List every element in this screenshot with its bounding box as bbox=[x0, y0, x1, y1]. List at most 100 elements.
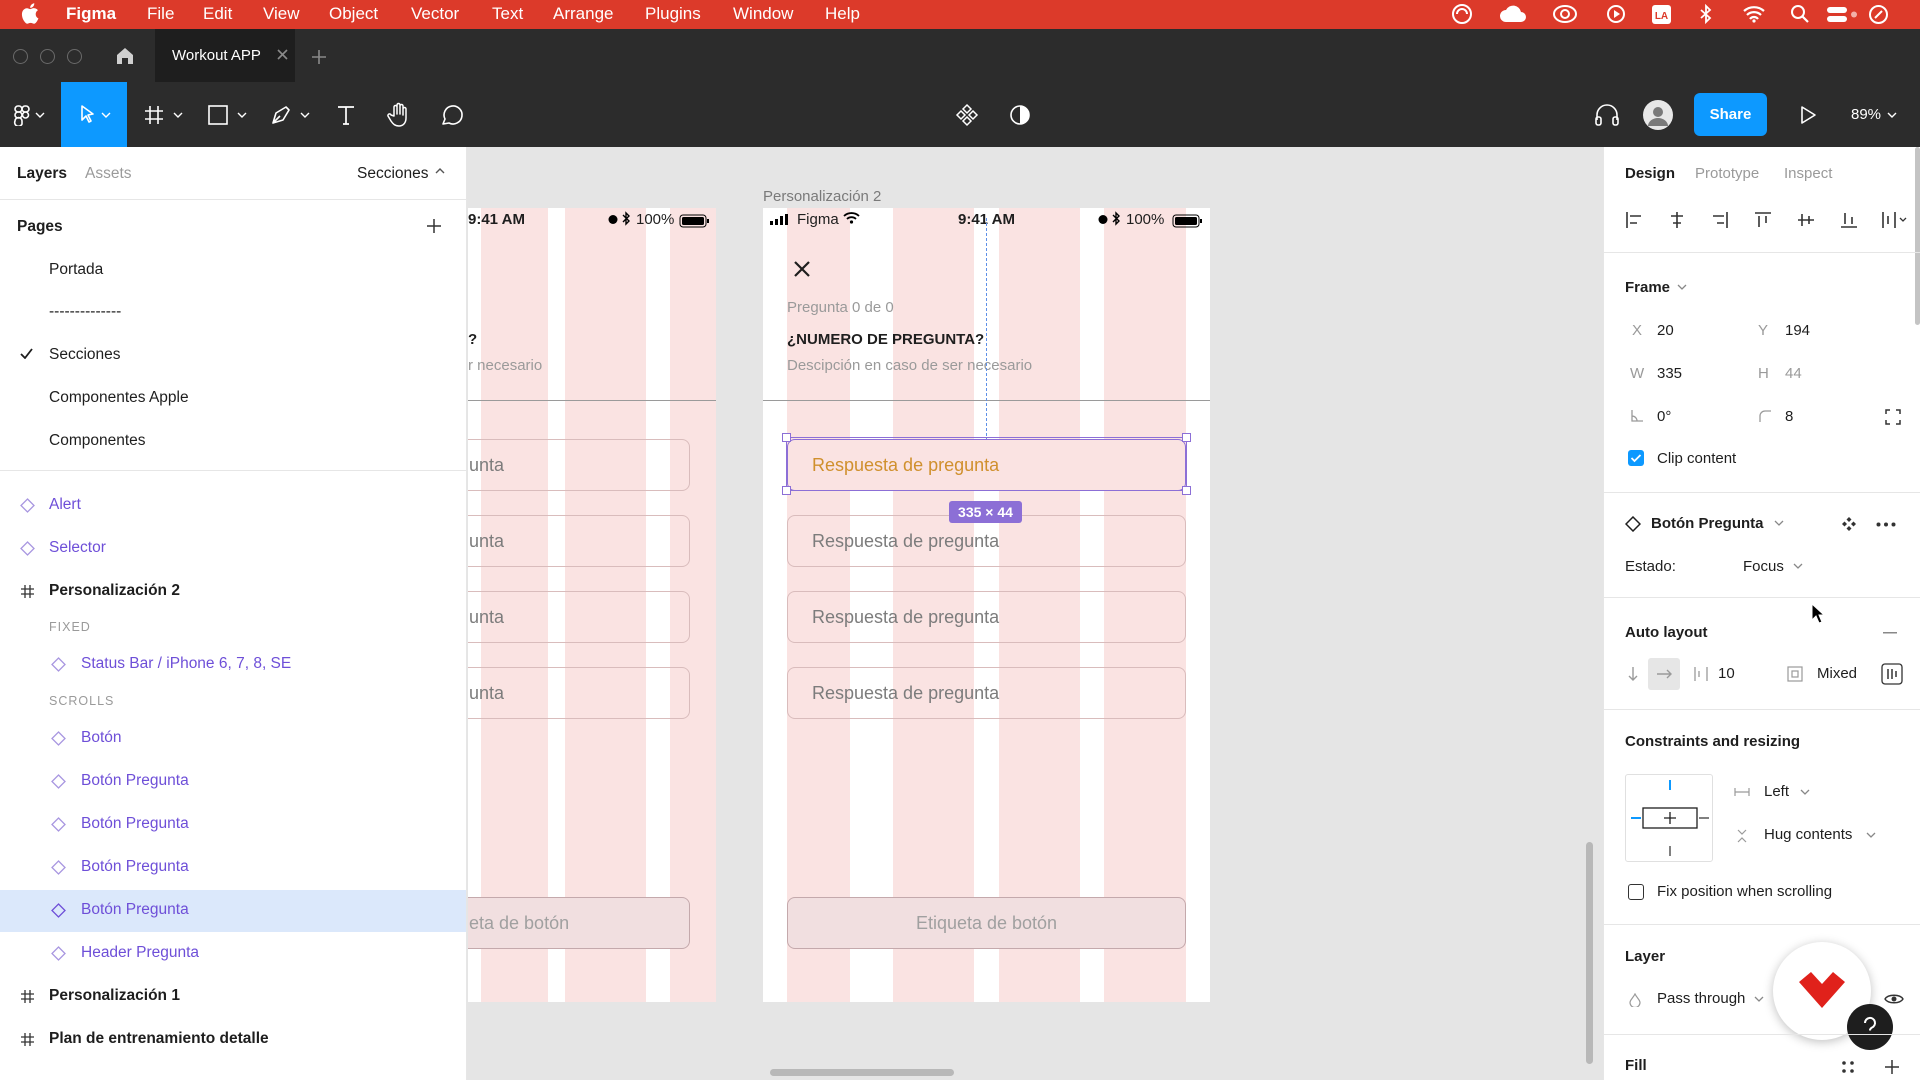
layer-frame-plan-detalle[interactable]: Plan de entrenamiento detalle bbox=[0, 1019, 466, 1061]
new-tab-icon[interactable] bbox=[311, 49, 327, 65]
close-icon[interactable] bbox=[793, 260, 811, 278]
window-zoom-button[interactable] bbox=[67, 49, 82, 64]
selection-box[interactable] bbox=[786, 437, 1187, 491]
horizontal-constraint-dropdown[interactable]: Left bbox=[1764, 783, 1789, 800]
answer-button[interactable]: Respuesta de pregunta bbox=[787, 591, 1186, 643]
spacing-input[interactable]: 10 bbox=[1718, 665, 1735, 682]
add-fill-icon[interactable] bbox=[1884, 1059, 1900, 1075]
alignment-settings-icon[interactable] bbox=[1881, 663, 1903, 685]
resize-handle[interactable] bbox=[782, 486, 791, 495]
y-input[interactable]: 194 bbox=[1785, 322, 1810, 339]
answer-button[interactable]: Respuesta de pregunta bbox=[787, 667, 1186, 719]
move-tool-button[interactable] bbox=[61, 82, 127, 147]
blend-mode-dropdown[interactable]: Pass through bbox=[1657, 990, 1745, 1007]
tab-layers[interactable]: Layers bbox=[17, 165, 67, 183]
bluetooth-icon[interactable] bbox=[1699, 4, 1713, 25]
align-bottom-icon[interactable] bbox=[1840, 211, 1858, 229]
text-tool-button[interactable] bbox=[330, 82, 362, 147]
menu-edit[interactable]: Edit bbox=[203, 4, 232, 24]
contrast-tool-button[interactable] bbox=[1003, 82, 1037, 147]
chevron-down-icon[interactable] bbox=[1677, 283, 1687, 291]
page-item-componentes[interactable]: Componentes bbox=[49, 432, 146, 450]
fill-styles-icon[interactable] bbox=[1841, 1060, 1855, 1074]
align-center-vertical-icon[interactable] bbox=[1797, 211, 1815, 229]
window-minimize-button[interactable] bbox=[40, 49, 55, 64]
vertical-resize-dropdown[interactable]: Hug contents bbox=[1764, 826, 1852, 843]
panel-scrollbar[interactable] bbox=[1915, 147, 1920, 325]
frame-tool-button[interactable] bbox=[140, 82, 188, 147]
la-app-icon[interactable]: LA bbox=[1651, 4, 1672, 25]
distribute-icon[interactable] bbox=[1881, 211, 1909, 229]
creative-cloud-icon[interactable] bbox=[1449, 3, 1475, 25]
chevron-down-icon[interactable] bbox=[1754, 995, 1764, 1003]
wifi-icon[interactable] bbox=[1742, 5, 1766, 23]
chevron-down-icon[interactable] bbox=[1800, 788, 1810, 796]
tab-close-icon[interactable] bbox=[276, 48, 289, 61]
corner-radius-input[interactable]: 8 bbox=[1785, 408, 1793, 425]
zoom-dropdown[interactable]: 89% bbox=[1844, 82, 1904, 147]
clip-content-checkbox[interactable] bbox=[1628, 450, 1644, 466]
frame-personalizacion-1-preview[interactable]: 9:41 AM 100% ? r necesario unta unta unt… bbox=[468, 208, 716, 1002]
layer-boton-pregunta[interactable]: Botón Pregunta bbox=[0, 847, 466, 889]
frame-section-heading[interactable]: Frame bbox=[1625, 279, 1670, 296]
layer-header-pregunta[interactable]: Header Pregunta bbox=[0, 933, 466, 975]
control-center-icon[interactable] bbox=[1826, 5, 1858, 24]
pen-tool-button[interactable] bbox=[267, 82, 315, 147]
width-input[interactable]: 335 bbox=[1657, 365, 1682, 382]
home-icon[interactable] bbox=[115, 46, 135, 65]
component-name[interactable]: Botón Pregunta bbox=[1651, 515, 1764, 532]
share-button[interactable]: Share bbox=[1694, 93, 1767, 136]
horizontal-scrollbar[interactable] bbox=[770, 1069, 954, 1076]
align-top-icon[interactable] bbox=[1754, 211, 1772, 229]
vertical-direction-icon[interactable] bbox=[1627, 666, 1639, 682]
frame-personalizacion-2[interactable]: Figma 9:41 AM 100% Pregunta 0 de 0 ¿NUME… bbox=[763, 208, 1210, 1002]
answer-button-fragment[interactable]: unta bbox=[468, 439, 690, 491]
present-button[interactable] bbox=[1795, 82, 1821, 147]
vertical-scrollbar[interactable] bbox=[1586, 842, 1593, 1064]
user-clock-icon[interactable] bbox=[1868, 4, 1889, 25]
chevron-down-icon[interactable] bbox=[1793, 562, 1803, 570]
align-left-icon[interactable] bbox=[1625, 211, 1643, 229]
tab-inspect[interactable]: Inspect bbox=[1784, 165, 1832, 182]
x-input[interactable]: 20 bbox=[1657, 322, 1674, 339]
frame-name-label[interactable]: Personalización 2 bbox=[763, 188, 881, 205]
answer-button-fragment[interactable]: unta bbox=[468, 667, 690, 719]
primary-button-fragment[interactable]: eta de botón bbox=[468, 897, 690, 949]
tab-design[interactable]: Design bbox=[1625, 165, 1675, 182]
primary-button[interactable]: Etiqueta de botón bbox=[787, 897, 1186, 949]
avatar[interactable] bbox=[1641, 82, 1675, 147]
layer-boton-pregunta-selected[interactable]: Botón Pregunta bbox=[0, 890, 466, 932]
rotation-input[interactable]: 0° bbox=[1657, 408, 1671, 425]
resize-handle[interactable] bbox=[1182, 433, 1191, 442]
menu-file[interactable]: File bbox=[147, 4, 174, 24]
menu-help[interactable]: Help bbox=[825, 4, 860, 24]
horizontal-direction-button[interactable] bbox=[1648, 658, 1680, 690]
page-item-portada[interactable]: Portada bbox=[49, 261, 103, 279]
resize-handle[interactable] bbox=[782, 433, 791, 442]
go-to-main-component-icon[interactable] bbox=[1841, 516, 1857, 532]
answer-button-fragment[interactable]: unta bbox=[468, 591, 690, 643]
layer-status-bar[interactable]: Status Bar / iPhone 6, 7, 8, SE bbox=[0, 644, 466, 686]
tab-assets[interactable]: Assets bbox=[85, 165, 132, 183]
layer-boton-pregunta[interactable]: Botón Pregunta bbox=[0, 761, 466, 803]
menu-app-name[interactable]: Figma bbox=[66, 4, 116, 24]
layer-selector[interactable]: Selector bbox=[0, 528, 466, 570]
align-right-icon[interactable] bbox=[1711, 211, 1729, 229]
menu-view[interactable]: View bbox=[263, 4, 300, 24]
remove-auto-layout-icon[interactable] bbox=[1883, 632, 1897, 634]
shape-tool-button[interactable] bbox=[204, 82, 252, 147]
menu-arrange[interactable]: Arrange bbox=[553, 4, 613, 24]
hand-tool-button[interactable] bbox=[383, 82, 415, 147]
help-button[interactable] bbox=[1847, 1004, 1893, 1050]
document-tab[interactable]: Workout APP bbox=[155, 29, 295, 82]
align-center-horizontal-icon[interactable] bbox=[1668, 211, 1686, 229]
chevron-down-icon[interactable] bbox=[1774, 519, 1784, 527]
page-item-secciones[interactable]: Secciones bbox=[49, 346, 121, 364]
page-item-componentes-apple[interactable]: Componentes Apple bbox=[49, 389, 189, 407]
play-circle-icon[interactable] bbox=[1606, 4, 1626, 24]
component-tool-button[interactable] bbox=[950, 82, 984, 147]
layer-frame-personalizacion-1[interactable]: Personalización 1 bbox=[0, 976, 466, 1018]
layer-boton-pregunta[interactable]: Botón Pregunta bbox=[0, 804, 466, 846]
menu-text[interactable]: Text bbox=[492, 4, 523, 24]
add-page-icon[interactable] bbox=[426, 218, 442, 234]
